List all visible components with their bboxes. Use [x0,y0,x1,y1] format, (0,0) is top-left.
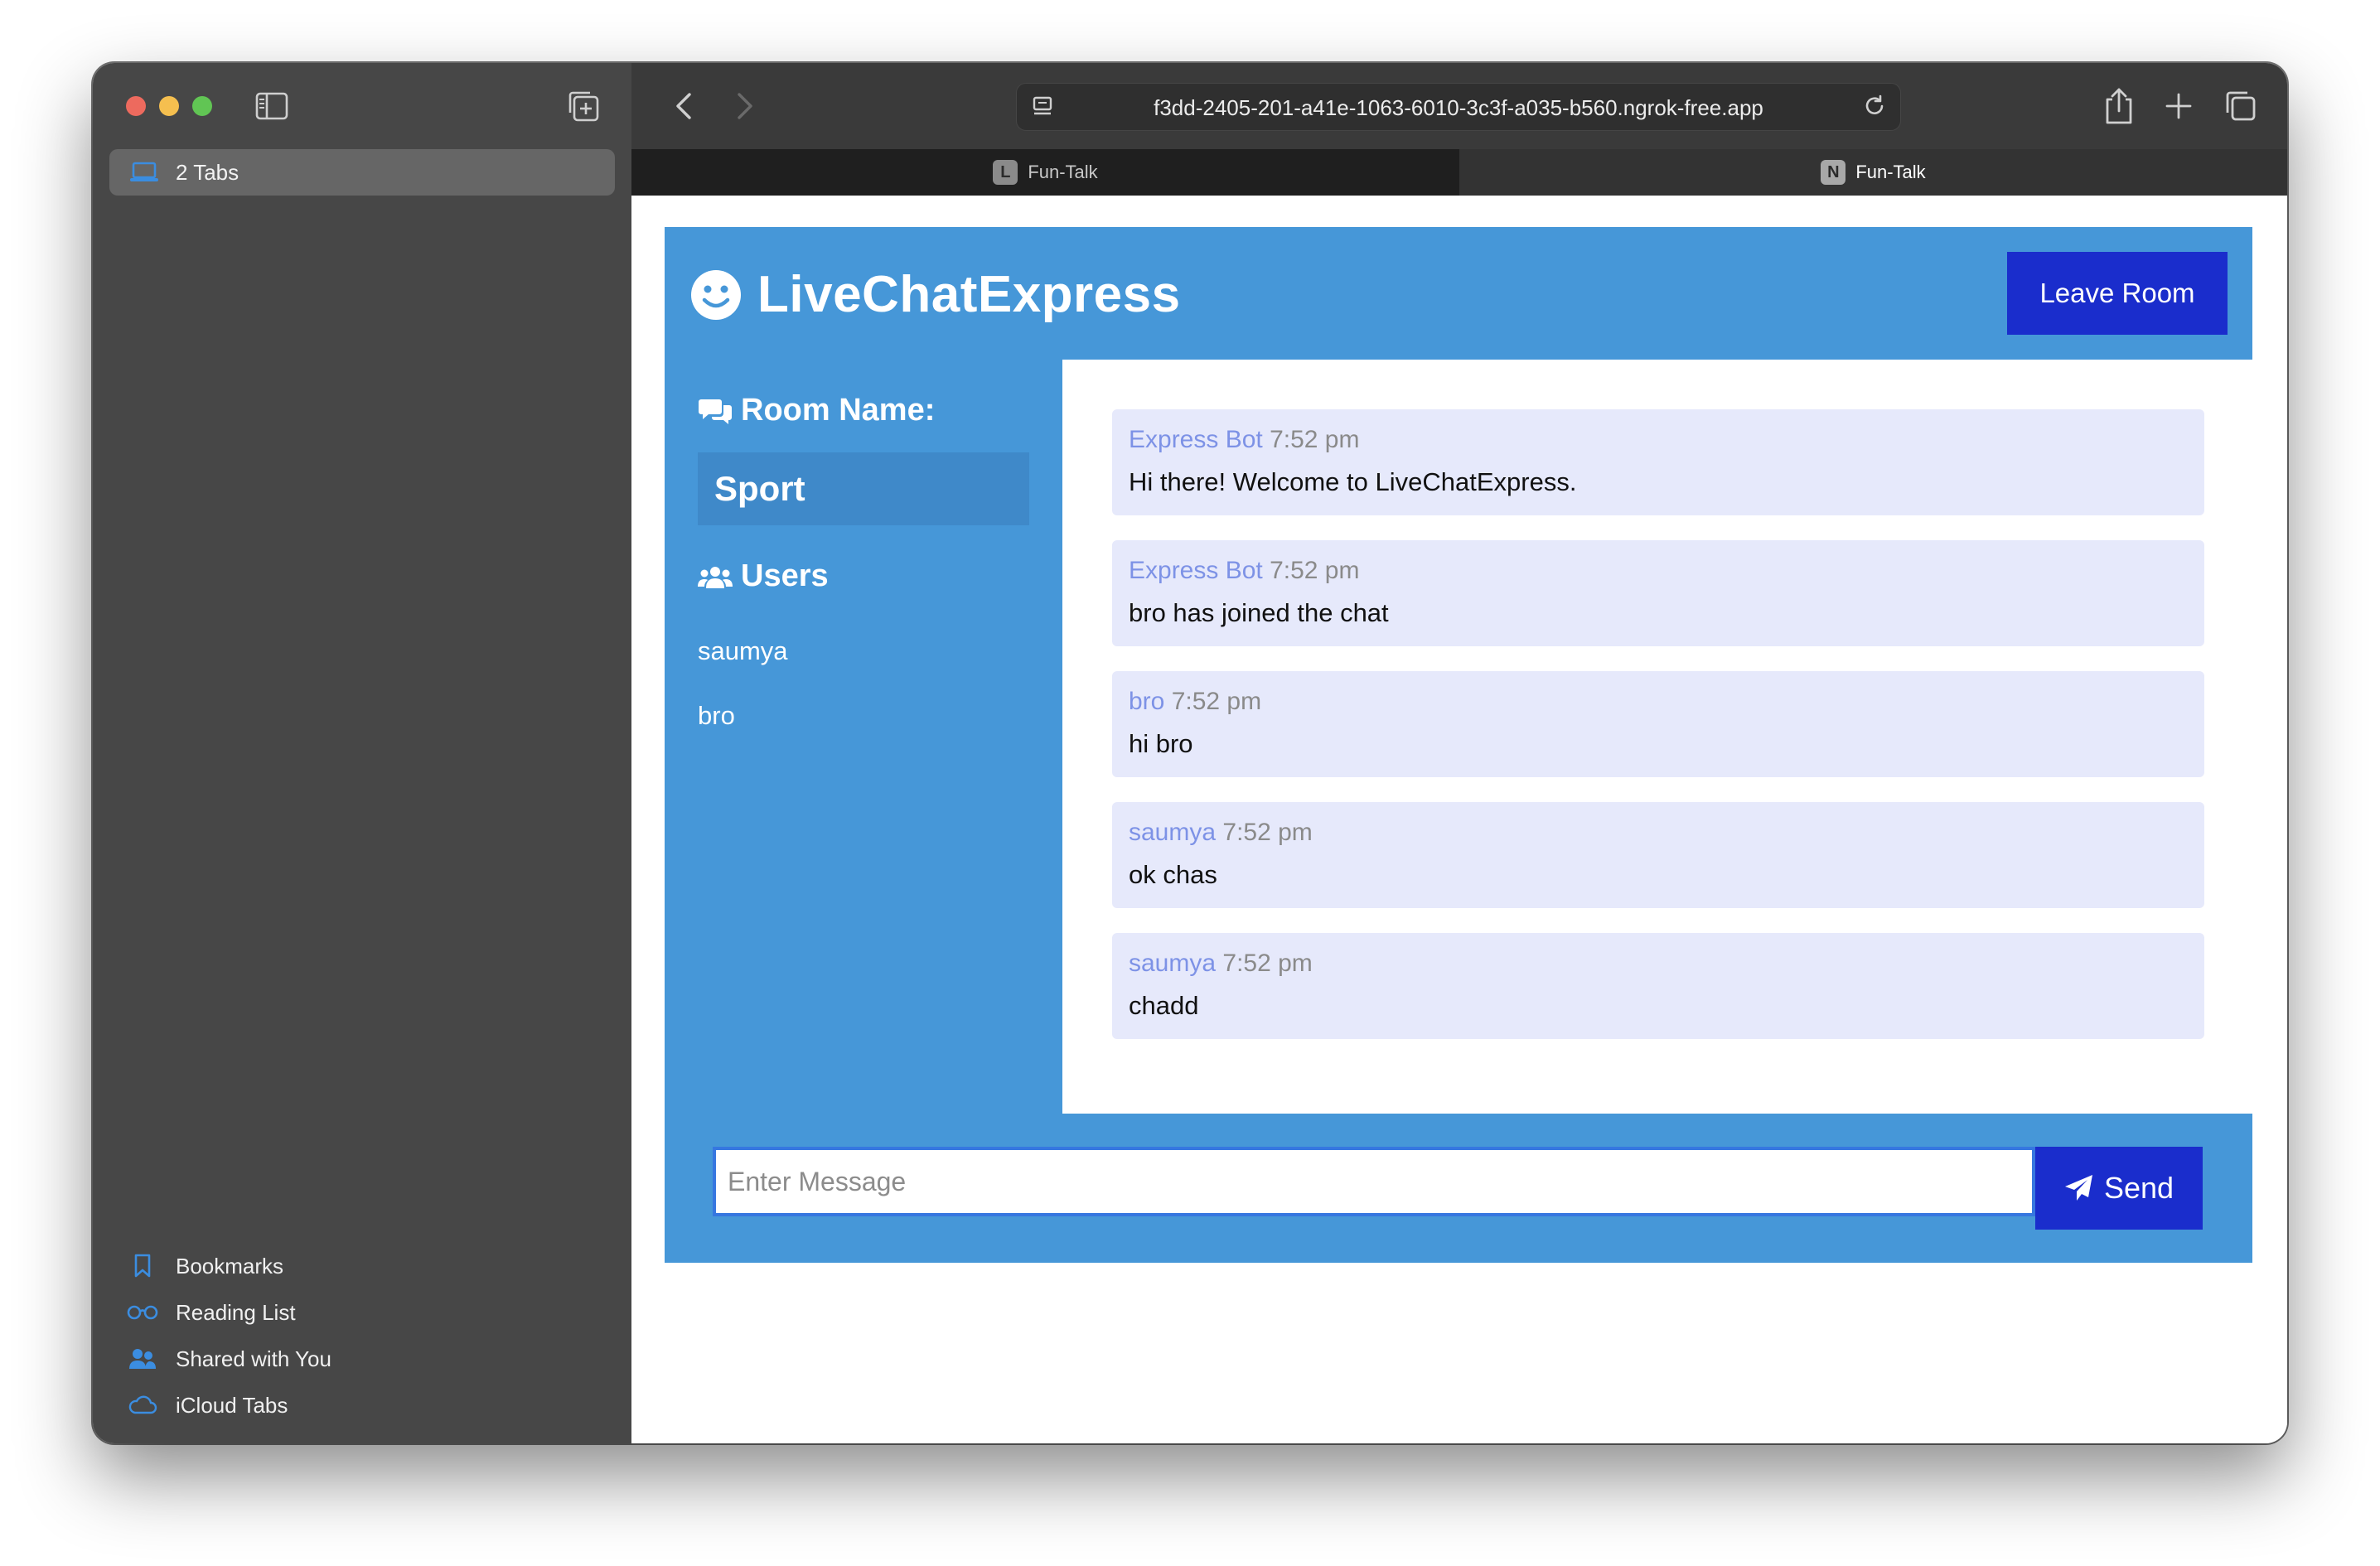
room-name-label: Room Name: [741,393,936,428]
user-list-item: bro [698,701,735,730]
chat-container: LiveChatExpress Leave Room Room Name: Sp… [665,227,2252,1263]
sidebar-bottom-list: Bookmarks Reading List Shared with You i… [126,1243,331,1428]
users-icon [698,566,733,588]
browser-sidebar: 2 Tabs Bookmarks Reading List Shared wit… [93,63,633,1443]
address-bar[interactable]: f3dd-2405-201-a41e-1063-6010-3c3f-a035-b… [1016,83,1901,131]
leave-room-button[interactable]: Leave Room [2007,252,2228,335]
sidebar-item-label: 2 Tabs [176,159,239,185]
tab-fun-talk-1[interactable]: L Fun-Talk [631,149,1459,196]
comments-icon [699,399,732,424]
message-time: 7:52 pm [1222,950,1313,977]
sidebar-item-shared-with-you[interactable]: Shared with You [126,1336,331,1382]
close-window-button[interactable] [126,96,146,116]
sidebar-toggle-icon[interactable] [255,91,288,121]
message-username: Express Bot [1129,557,1263,584]
new-tab-group-icon[interactable] [567,89,600,123]
chat-header: LiveChatExpress Leave Room [665,227,2252,360]
message-username: Express Bot [1129,426,1263,453]
sidebar-item-tabs[interactable]: 2 Tabs [109,149,615,196]
forward-icon[interactable] [728,88,761,124]
message-username: bro [1129,688,1165,715]
chat-messages: Express Bot 7:52 pm Hi there! Welcome to… [1062,360,2252,1114]
message: Express Bot 7:52 pm bro has joined the c… [1112,540,2204,646]
message-username: saumya [1129,819,1217,846]
sidebar-item-reading-list[interactable]: Reading List [126,1289,331,1336]
window-controls [126,96,212,116]
reload-icon[interactable] [1862,94,1887,118]
chat-form: Send [665,1114,2252,1263]
browser-window: 2 Tabs Bookmarks Reading List Shared wit… [93,63,2287,1443]
sidebar-item-label: iCloud Tabs [176,1392,288,1418]
users-label: Users [741,558,829,593]
message-time: 7:52 pm [1171,688,1262,715]
message-time: 7:52 pm [1270,426,1360,453]
sidebar-item-label: Reading List [176,1299,296,1325]
glasses-icon [127,1305,158,1320]
url-text: f3dd-2405-201-a41e-1063-6010-3c3f-a035-b… [1154,95,1763,120]
sidebar-item-bookmarks[interactable]: Bookmarks [126,1243,331,1289]
users-heading: Users [698,558,829,594]
message-text: Hi there! Welcome to LiveChatExpress. [1129,467,1577,496]
tab-title: Fun-Talk [1028,162,1098,182]
message-text: chadd [1129,991,1199,1020]
minimize-window-button[interactable] [159,96,179,116]
back-icon[interactable] [668,88,701,124]
message-time: 7:52 pm [1222,819,1313,846]
message-input[interactable] [713,1147,2035,1216]
message: bro 7:52 pm hi bro [1112,671,2204,777]
send-label: Send [2103,1171,2174,1205]
tab-bar: L Fun-Talk N Fun-Talk [631,149,2287,196]
send-button[interactable]: Send [2035,1147,2203,1230]
chat-sidebar: Room Name: Sport Users saumya bro [665,360,1062,1114]
sidebar-item-label: Shared with You [176,1346,331,1371]
zoom-window-button[interactable] [192,96,212,116]
paper-plane-icon [2064,1175,2092,1201]
new-tab-icon[interactable] [2160,86,2197,126]
laptop-icon [130,162,158,181]
message-username: saumya [1129,950,1217,977]
message-text: bro has joined the chat [1129,598,1389,627]
room-name-heading: Room Name: [698,393,935,428]
desktop: 2 Tabs Bookmarks Reading List Shared wit… [0,0,2380,1566]
cloud-icon [128,1395,157,1414]
web-page: LiveChatExpress Leave Room Room Name: Sp… [631,196,2287,1443]
room-name-value: Sport [698,452,1029,525]
app-logo: LiveChatExpress [689,265,1181,324]
tab-overview-icon[interactable] [2223,86,2259,126]
tab-favicon: L [993,160,1018,185]
message-text: hi bro [1129,729,1193,758]
share-icon[interactable] [2101,86,2137,126]
sidebar-item-label: Bookmarks [176,1253,284,1278]
message-text: ok chas [1129,860,1217,889]
browser-toolbar: f3dd-2405-201-a41e-1063-6010-3c3f-a035-b… [631,63,2287,149]
message: saumya 7:52 pm chadd [1112,933,2204,1039]
message: saumya 7:52 pm ok chas [1112,802,2204,908]
app-title: LiveChatExpress [757,266,1181,323]
message-time: 7:52 pm [1270,557,1360,584]
tab-favicon: N [1821,160,1846,185]
smile-icon [691,269,741,320]
bookmark-icon [134,1254,151,1278]
message: Express Bot 7:52 pm Hi there! Welcome to… [1112,409,2204,515]
tab-title: Fun-Talk [1855,162,1926,182]
sidebar-item-icloud-tabs[interactable]: iCloud Tabs [126,1382,331,1428]
user-list-item: saumya [698,636,788,665]
tab-fun-talk-2[interactable]: N Fun-Talk [1459,149,2287,196]
people-icon [129,1349,156,1369]
